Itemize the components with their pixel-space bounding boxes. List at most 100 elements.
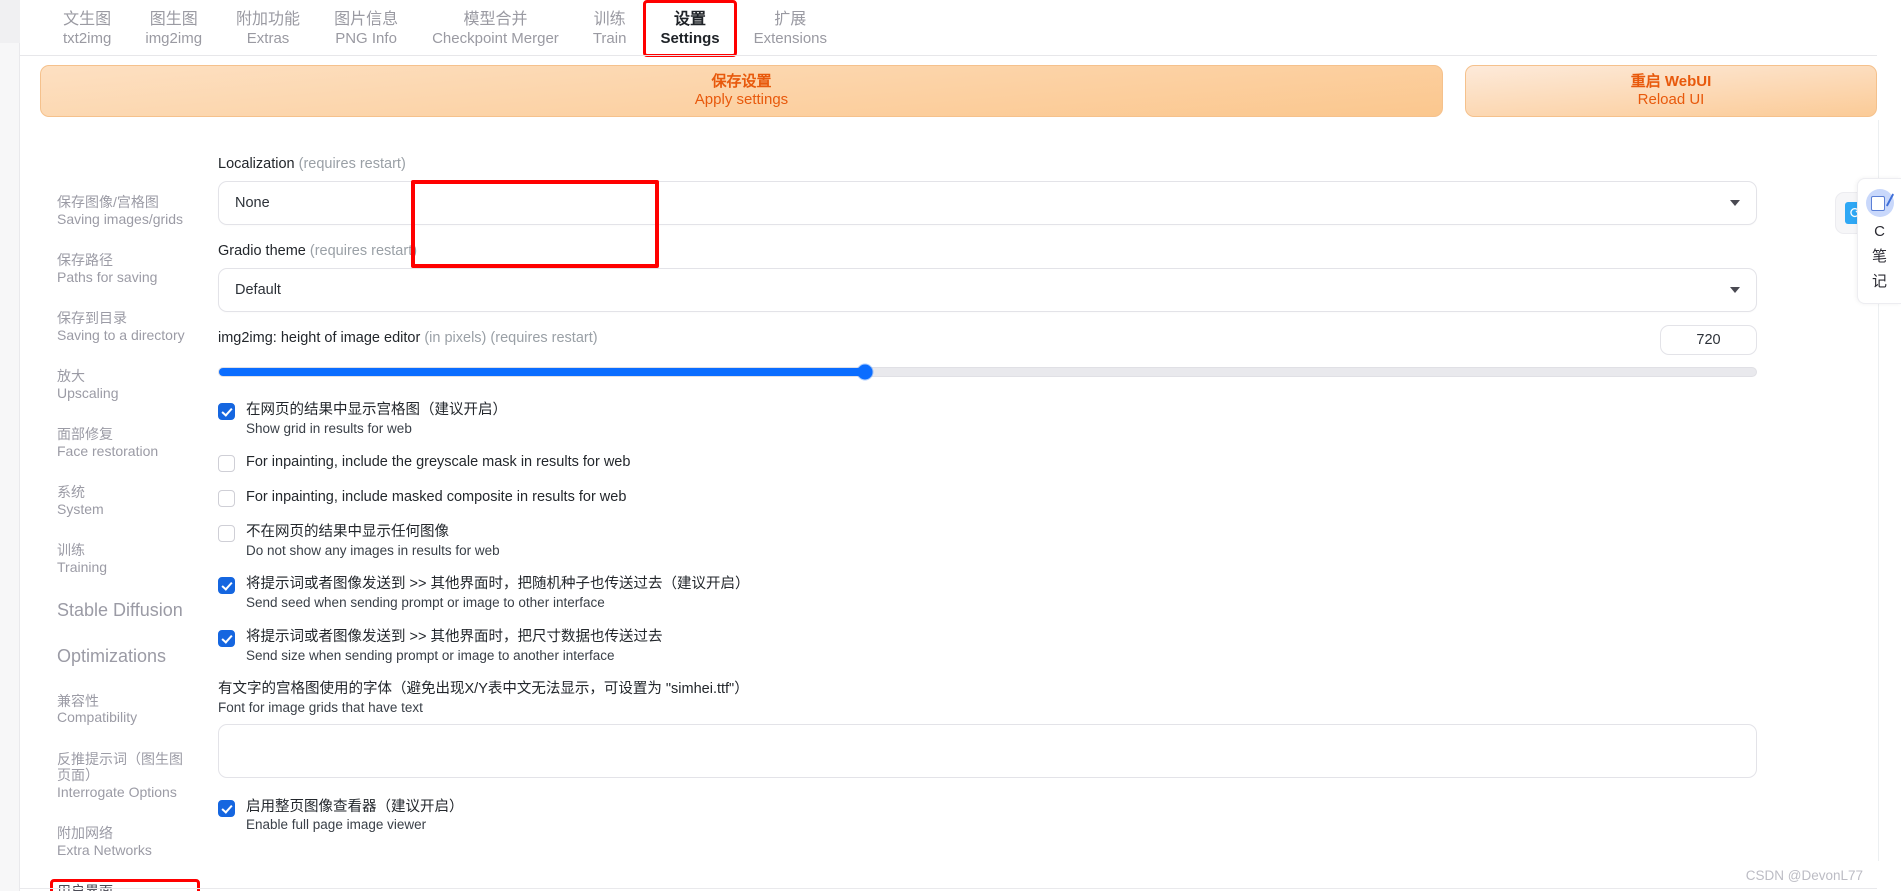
tab-txt2img[interactable]: 文生图 txt2img — [46, 0, 128, 57]
tab-list: 文生图 txt2img 图生图 img2img 附加功能 Extras 图片信息 PNG In… — [46, 0, 844, 57]
sidebar-item-label-en: Compatibility — [57, 709, 138, 726]
sidebar-item-label-cn: 系统 — [57, 484, 85, 501]
checkbox-label-en: Show grid in results for web — [246, 420, 412, 436]
sidebar-item-label-cn: 附加网络 — [57, 825, 113, 842]
gradio-theme-block: Gradio theme (requires restart) Default — [218, 242, 1757, 312]
apply-settings-label-cn: 保存设置 — [711, 73, 772, 90]
full-page-viewer-row[interactable]: 启用整页图像查看器（建议开启） Enable full page image v… — [218, 798, 1757, 834]
font-for-grids-label-cn: 有文字的宫格图使用的字体（避免出现X/Y表中文无法显示，可设置为 "simhei… — [218, 681, 749, 698]
checkbox-row[interactable]: 将提示词或者图像发送到 >> 其他界面时，把尺寸数据也传送过去 Send size… — [218, 628, 1757, 664]
sidebar-item-training[interactable]: 训练 Training — [50, 538, 200, 579]
sidebar-item-upscaling[interactable]: 放大 Upscaling — [50, 364, 200, 405]
sidebar-item-label-cn: 保存图像/宫格图 — [57, 194, 159, 210]
localization-value: None — [235, 194, 270, 211]
localization-hint: (requires restart) — [298, 156, 406, 172]
sidebar-item-label-en: Extra Networks — [57, 841, 152, 858]
sidebar-item-optimizations[interactable]: Optimizations — [50, 642, 200, 671]
sidebar-item-stable-diffusion[interactable]: Stable Diffusion — [50, 596, 200, 625]
checkbox-toggle[interactable] — [218, 629, 235, 647]
notes-label-line1: C — [1874, 223, 1885, 240]
img2img-height-label: img2img: height of image editor (in pixe… — [218, 329, 598, 348]
sidebar-item-compatibility[interactable]: 兼容性 Compatibility — [50, 689, 200, 730]
tab-png-info[interactable]: 图片信息 PNG Info — [317, 0, 415, 57]
full-page-viewer-text: 启用整页图像查看器（建议开启） Enable full page image v… — [246, 798, 464, 834]
tab-label-cn: 图生图 — [149, 11, 198, 28]
checkbox-text: For inpainting, include masked composite… — [246, 488, 626, 507]
localization-label-text: Localization — [218, 156, 295, 172]
tab-label-en: Extensions — [753, 29, 827, 47]
notes-label-line3: 记 — [1871, 272, 1887, 290]
tab-label-cn: 附加功能 — [236, 11, 301, 28]
tab-label-cn: 设置 — [674, 11, 707, 28]
img2img-height-label-text: img2img: height of image editor — [218, 329, 421, 346]
reload-ui-button[interactable]: 重启 WebUI Reload UI — [1465, 65, 1877, 117]
tab-train[interactable]: 训练 Train — [576, 0, 644, 57]
apply-settings-label-en: Apply settings — [694, 91, 789, 108]
checkbox-text: 在网页的结果中显示宫格图（建议开启） Show grid in results f… — [246, 401, 507, 437]
gradio-theme-hint: (requires restart) — [309, 242, 418, 259]
tab-img2img[interactable]: 图生图 img2img — [128, 0, 219, 57]
full-page-viewer-checkbox[interactable] — [218, 799, 235, 817]
watermark: CSDN @DevonL77 — [1745, 868, 1863, 883]
font-for-grids-block: 有文字的宫格图使用的字体（避免出现X/Y表中文无法显示，可设置为 "simhei… — [218, 680, 1757, 778]
gradio-theme-dropdown[interactable]: Default — [218, 267, 1757, 312]
checkbox-toggle[interactable] — [218, 490, 235, 508]
tab-label-en: Train — [592, 29, 627, 47]
tab-label-cn: 扩展 — [774, 11, 807, 28]
checkbox-row[interactable]: 在网页的结果中显示宫格图（建议开启） Show grid in results f… — [218, 401, 1757, 437]
tab-extensions[interactable]: 扩展 Extensions — [737, 0, 844, 57]
sidebar-item-saving-to-a-directory[interactable]: 保存到目录 Saving to a directory — [50, 306, 200, 347]
sidebar-item-face-restoration[interactable]: 面部修复 Face restoration — [50, 422, 200, 463]
localization-label: Localization (requires restart) — [218, 155, 1757, 174]
chevron-down-icon — [1730, 286, 1740, 293]
settings-sidebar: 保存图像/宫格图 Saving images/grids 保存路径 Paths for… — [50, 190, 200, 891]
checkbox-toggle[interactable] — [218, 402, 235, 420]
sidebar-item-label-en: Saving images/grids — [57, 210, 184, 227]
reload-ui-label-cn: 重启 WebUI — [1630, 73, 1712, 90]
sidebar-item-saving-images-grids[interactable]: 保存图像/宫格图 Saving images/grids — [50, 190, 200, 231]
sidebar-item-user-interface[interactable]: 用户界面User interface — [50, 879, 200, 891]
full-page-viewer-label-en: Enable full page image viewer — [246, 817, 427, 833]
checkbox-row[interactable]: 不在网页的结果中显示任何图像 Do not show any images in … — [218, 523, 1757, 559]
tab-label-en: Settings — [660, 29, 720, 47]
checkbox-label-en: Send size when sending prompt or image t… — [246, 647, 615, 663]
img2img-height-slider[interactable] — [218, 364, 1757, 380]
tab-label-cn: 训练 — [593, 11, 626, 28]
localization-dropdown[interactable]: None — [218, 180, 1757, 225]
checkbox-row[interactable]: For inpainting, include the greyscale ma… — [218, 453, 1757, 473]
checkbox-label-en: Send seed when sending prompt or image t… — [246, 595, 605, 611]
checkbox-toggle[interactable] — [218, 455, 235, 473]
left-rail-top — [0, 0, 20, 43]
sidebar-item-extra-networks[interactable]: 附加网络 Extra Networks — [50, 821, 200, 862]
tab-settings[interactable]: 设置 Settings — [643, 0, 737, 57]
font-for-grids-input[interactable] — [218, 723, 1757, 778]
sidebar-item-label-en: Training — [57, 558, 108, 575]
checkbox-toggle[interactable] — [218, 525, 235, 543]
checkbox-row[interactable]: 将提示词或者图像发送到 >> 其他界面时，把随机种子也传送过去（建议开启） Sen… — [218, 575, 1757, 611]
apply-settings-button[interactable]: 保存设置 Apply settings — [40, 65, 1443, 117]
localization-block: Localization (requires restart) None — [218, 155, 1757, 225]
tab-label-en: txt2img — [63, 29, 112, 47]
reload-ui-label-en: Reload UI — [1637, 91, 1705, 108]
checkbox-label-cn: 不在网页的结果中显示任何图像 — [246, 524, 449, 541]
sidebar-item-label-en: Face restoration — [57, 442, 159, 459]
tab-bar-underline — [20, 55, 1877, 56]
csdn-notes-widget[interactable]: C 笔 记 — [1857, 178, 1901, 305]
slider-knob[interactable] — [857, 364, 873, 380]
gradio-theme-value: Default — [235, 281, 281, 298]
checkbox-row[interactable]: For inpainting, include masked composite… — [218, 488, 1757, 508]
quill-pen-shape — [1885, 193, 1894, 207]
tab-extras[interactable]: 附加功能 Extras — [219, 0, 317, 57]
checkbox-toggle[interactable] — [218, 577, 235, 595]
sidebar-item-label-en: Stable Diffusion — [57, 600, 183, 621]
img2img-height-value-input[interactable]: 720 — [1660, 324, 1757, 355]
gradio-theme-label-text: Gradio theme — [218, 242, 306, 259]
slider-fill — [219, 367, 865, 376]
sidebar-item-interrogate-options[interactable]: 反推提示词（图生图页面） Interrogate Options — [50, 747, 200, 805]
sidebar-item-system[interactable]: 系统 System — [50, 480, 200, 521]
checkbox-group: 在网页的结果中显示宫格图（建议开启） Show grid in results f… — [218, 401, 1757, 665]
tab-checkpoint-merger[interactable]: 模型合并 Checkpoint Merger — [415, 0, 576, 57]
tab-bar: 文生图 txt2img 图生图 img2img 附加功能 Extras 图片信息 PNG In… — [20, 0, 1901, 57]
sidebar-item-paths-for-saving[interactable]: 保存路径 Paths for saving — [50, 248, 200, 289]
tab-label-en: PNG Info — [335, 29, 397, 47]
